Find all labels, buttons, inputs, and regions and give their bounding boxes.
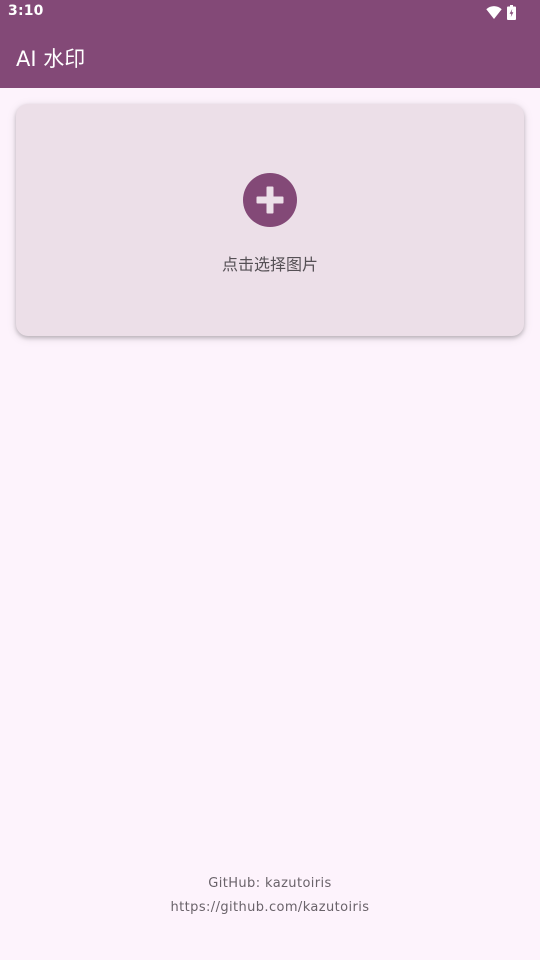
status-icons — [486, 4, 516, 20]
github-link[interactable]: https://github.com/kazutoiris — [171, 900, 370, 915]
github-username: GitHub: kazutoiris — [208, 876, 332, 891]
pick-image-label: 点击选择图片 — [221, 255, 318, 274]
wifi-icon — [486, 5, 502, 19]
status-bar: 3:10 — [0, 0, 540, 24]
pick-image-card[interactable]: 点击选择图片 — [16, 104, 524, 336]
battery-icon — [507, 4, 516, 20]
status-time: 3:10 — [8, 3, 44, 19]
app-title: AI 水印 — [16, 47, 86, 71]
add-circle-icon — [243, 173, 297, 227]
footer: GitHub: kazutoiris https://github.com/ka… — [0, 874, 540, 922]
app-bar: AI 水印 — [0, 24, 540, 88]
